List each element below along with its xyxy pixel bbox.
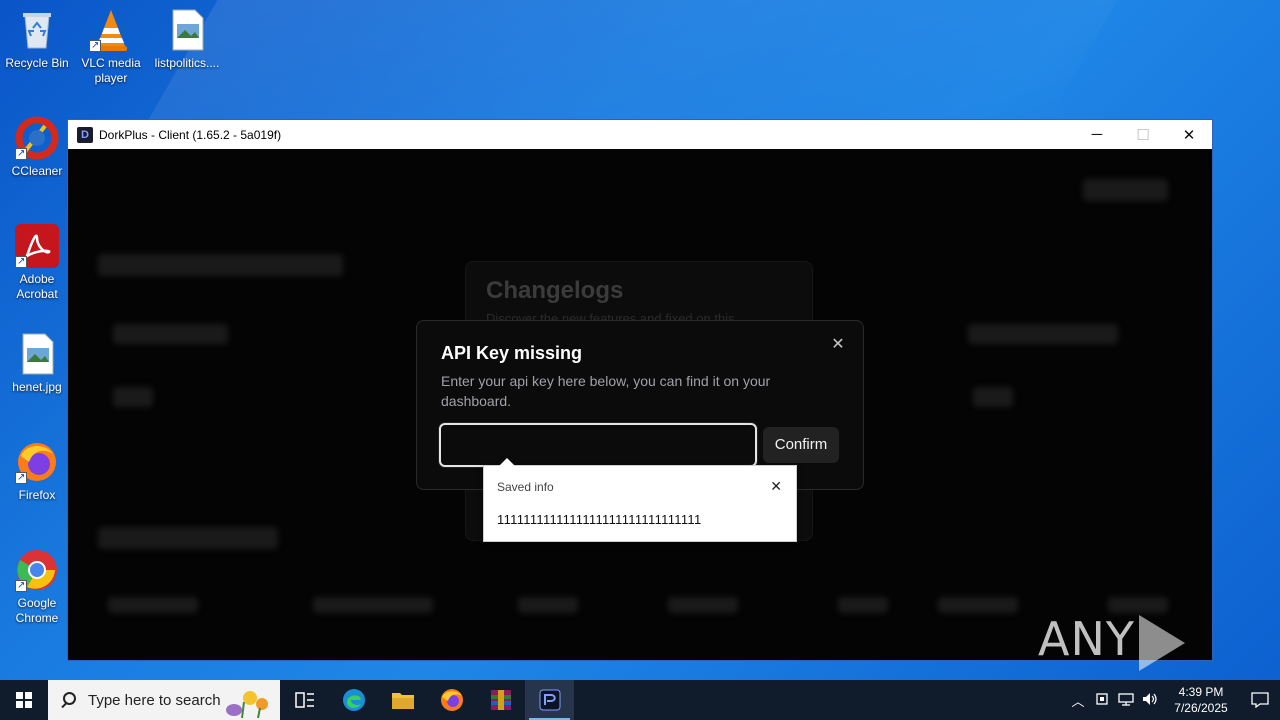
desktop-icon-label: Adobe Acrobat (16, 272, 58, 301)
network-icon[interactable] (1114, 692, 1138, 709)
play-icon (1138, 614, 1185, 671)
search-icon (60, 692, 76, 708)
desktop-icon-recycle-bin[interactable]: Recycle Bin (0, 8, 74, 71)
modal-description: Enter your api key here below, you can f… (441, 373, 771, 409)
image-file-icon (15, 332, 59, 376)
desktop-icon-label: Google Chrome (15, 596, 59, 625)
taskbar-clock[interactable]: 4:39 PM 7/26/2025 (1162, 684, 1240, 716)
autofill-header: Saved info (497, 480, 554, 494)
shortcut-arrow-icon (15, 254, 27, 269)
shortcut-arrow-icon (89, 38, 101, 53)
window-title: DorkPlus - Client (1.65.2 - 5a019f) (99, 127, 282, 142)
desktop-icon-ccleaner[interactable]: CCleaner (0, 116, 74, 179)
start-button[interactable] (0, 680, 48, 720)
notification-button[interactable] (1240, 680, 1280, 720)
blurred-text (973, 387, 1013, 407)
blurred-text (113, 324, 228, 344)
search-highlight-icon (226, 691, 268, 718)
desktop-icon-label: CCleaner (11, 164, 63, 178)
system-tray: ︿ 4:39 PM 7/26/2025 (1066, 680, 1280, 720)
vlc-icon (89, 8, 133, 53)
ccleaner-icon (15, 116, 59, 161)
firefox-icon (440, 689, 463, 711)
modal-close-icon[interactable]: ✕ (829, 336, 847, 354)
window-titlebar[interactable]: D DorkPlus - Client (1.65.2 - 5a019f) ─ … (68, 120, 1212, 149)
taskbar-firefox[interactable] (427, 680, 476, 720)
close-window-button[interactable]: ✕ (1166, 120, 1212, 149)
dorkplus-icon (539, 689, 560, 711)
changelog-title: Changelogs (486, 277, 624, 304)
desktop-icon-henet[interactable]: henet.jpg (0, 332, 74, 395)
shortcut-arrow-icon (15, 146, 27, 161)
minimize-button[interactable]: ─ (1074, 120, 1120, 149)
taskbar-file-explorer[interactable] (378, 680, 427, 720)
file-explorer-icon (391, 693, 414, 709)
adobe-acrobat-icon (15, 224, 59, 269)
shortcut-arrow-icon (15, 470, 27, 485)
recycle-bin-icon (15, 8, 59, 52)
maximize-button[interactable]: ☐ (1120, 120, 1166, 149)
taskbar-dorkplus[interactable] (525, 680, 574, 720)
desktop-wallpaper-beam (142, 0, 1118, 130)
desktop-icon-google-chrome[interactable]: Google Chrome (0, 548, 74, 626)
blurred-footer-item (1108, 597, 1168, 613)
blurred-footer-item (938, 597, 1018, 613)
desktop-icon-label: Recycle Bin (5, 56, 69, 70)
autofill-suggestion[interactable]: 1111111111111111111111111111111 (497, 512, 701, 527)
shortcut-arrow-icon (15, 578, 27, 593)
autofill-popup: Saved info ✕ 111111111111111111111111111… (483, 458, 797, 542)
volume-icon[interactable] (1138, 692, 1162, 709)
blurred-footer-item (518, 597, 578, 613)
search-placeholder: Type here to search (88, 691, 221, 709)
blurred-button (1083, 179, 1168, 201)
desktop-icon-label: Firefox (18, 488, 56, 502)
api-key-input[interactable] (439, 423, 757, 467)
watermark-left: ANY (1038, 612, 1135, 666)
blurred-text (113, 387, 153, 407)
desktop-icon-vlc[interactable]: VLC media player (74, 8, 148, 86)
blurred-footer-item (838, 597, 888, 613)
blurred-text (968, 324, 1118, 344)
task-view-button[interactable] (280, 680, 329, 720)
chevron-up-icon[interactable]: ︿ (1066, 691, 1090, 710)
taskbar: Type here to search ︿ 4:39 PM 7/26/2025 (0, 680, 1280, 720)
task-view-icon (294, 692, 314, 708)
chrome-icon (15, 548, 59, 593)
confirm-button[interactable]: Confirm (763, 427, 839, 463)
device-icon[interactable] (1090, 692, 1114, 709)
taskbar-search[interactable]: Type here to search (48, 680, 280, 720)
desktop-icon-label: listpolitics.... (154, 56, 220, 70)
blurred-footer-item (108, 597, 198, 613)
desktop-icon-label: henet.jpg (12, 380, 62, 394)
notification-icon (1251, 692, 1269, 708)
taskbar-edge[interactable] (329, 680, 378, 720)
desktop-icon-label: VLC media player (81, 56, 141, 85)
winrar-icon (490, 690, 511, 710)
autofill-close-icon[interactable]: ✕ (770, 478, 782, 495)
blurred-footer-item (313, 597, 433, 613)
desktop-icon-listpolitics[interactable]: listpolitics.... (150, 8, 224, 71)
blurred-heading (98, 527, 278, 549)
blurred-footer-item (668, 597, 738, 613)
firefox-icon (15, 440, 59, 485)
taskbar-winrar[interactable] (476, 680, 525, 720)
windows-logo-icon (16, 692, 32, 708)
edge-icon (342, 689, 365, 711)
clock-date: 7/26/2025 (1174, 701, 1228, 715)
image-file-icon (165, 8, 209, 52)
dorkplus-app-icon: D (77, 126, 93, 143)
modal-title: API Key missing (441, 343, 583, 363)
blurred-heading (98, 254, 343, 276)
clock-time: 4:39 PM (1178, 685, 1224, 699)
desktop-icon-firefox[interactable]: Firefox (0, 440, 74, 503)
desktop-icon-adobe-acrobat[interactable]: Adobe Acrobat (0, 224, 74, 302)
autofill-arrow (499, 458, 515, 466)
